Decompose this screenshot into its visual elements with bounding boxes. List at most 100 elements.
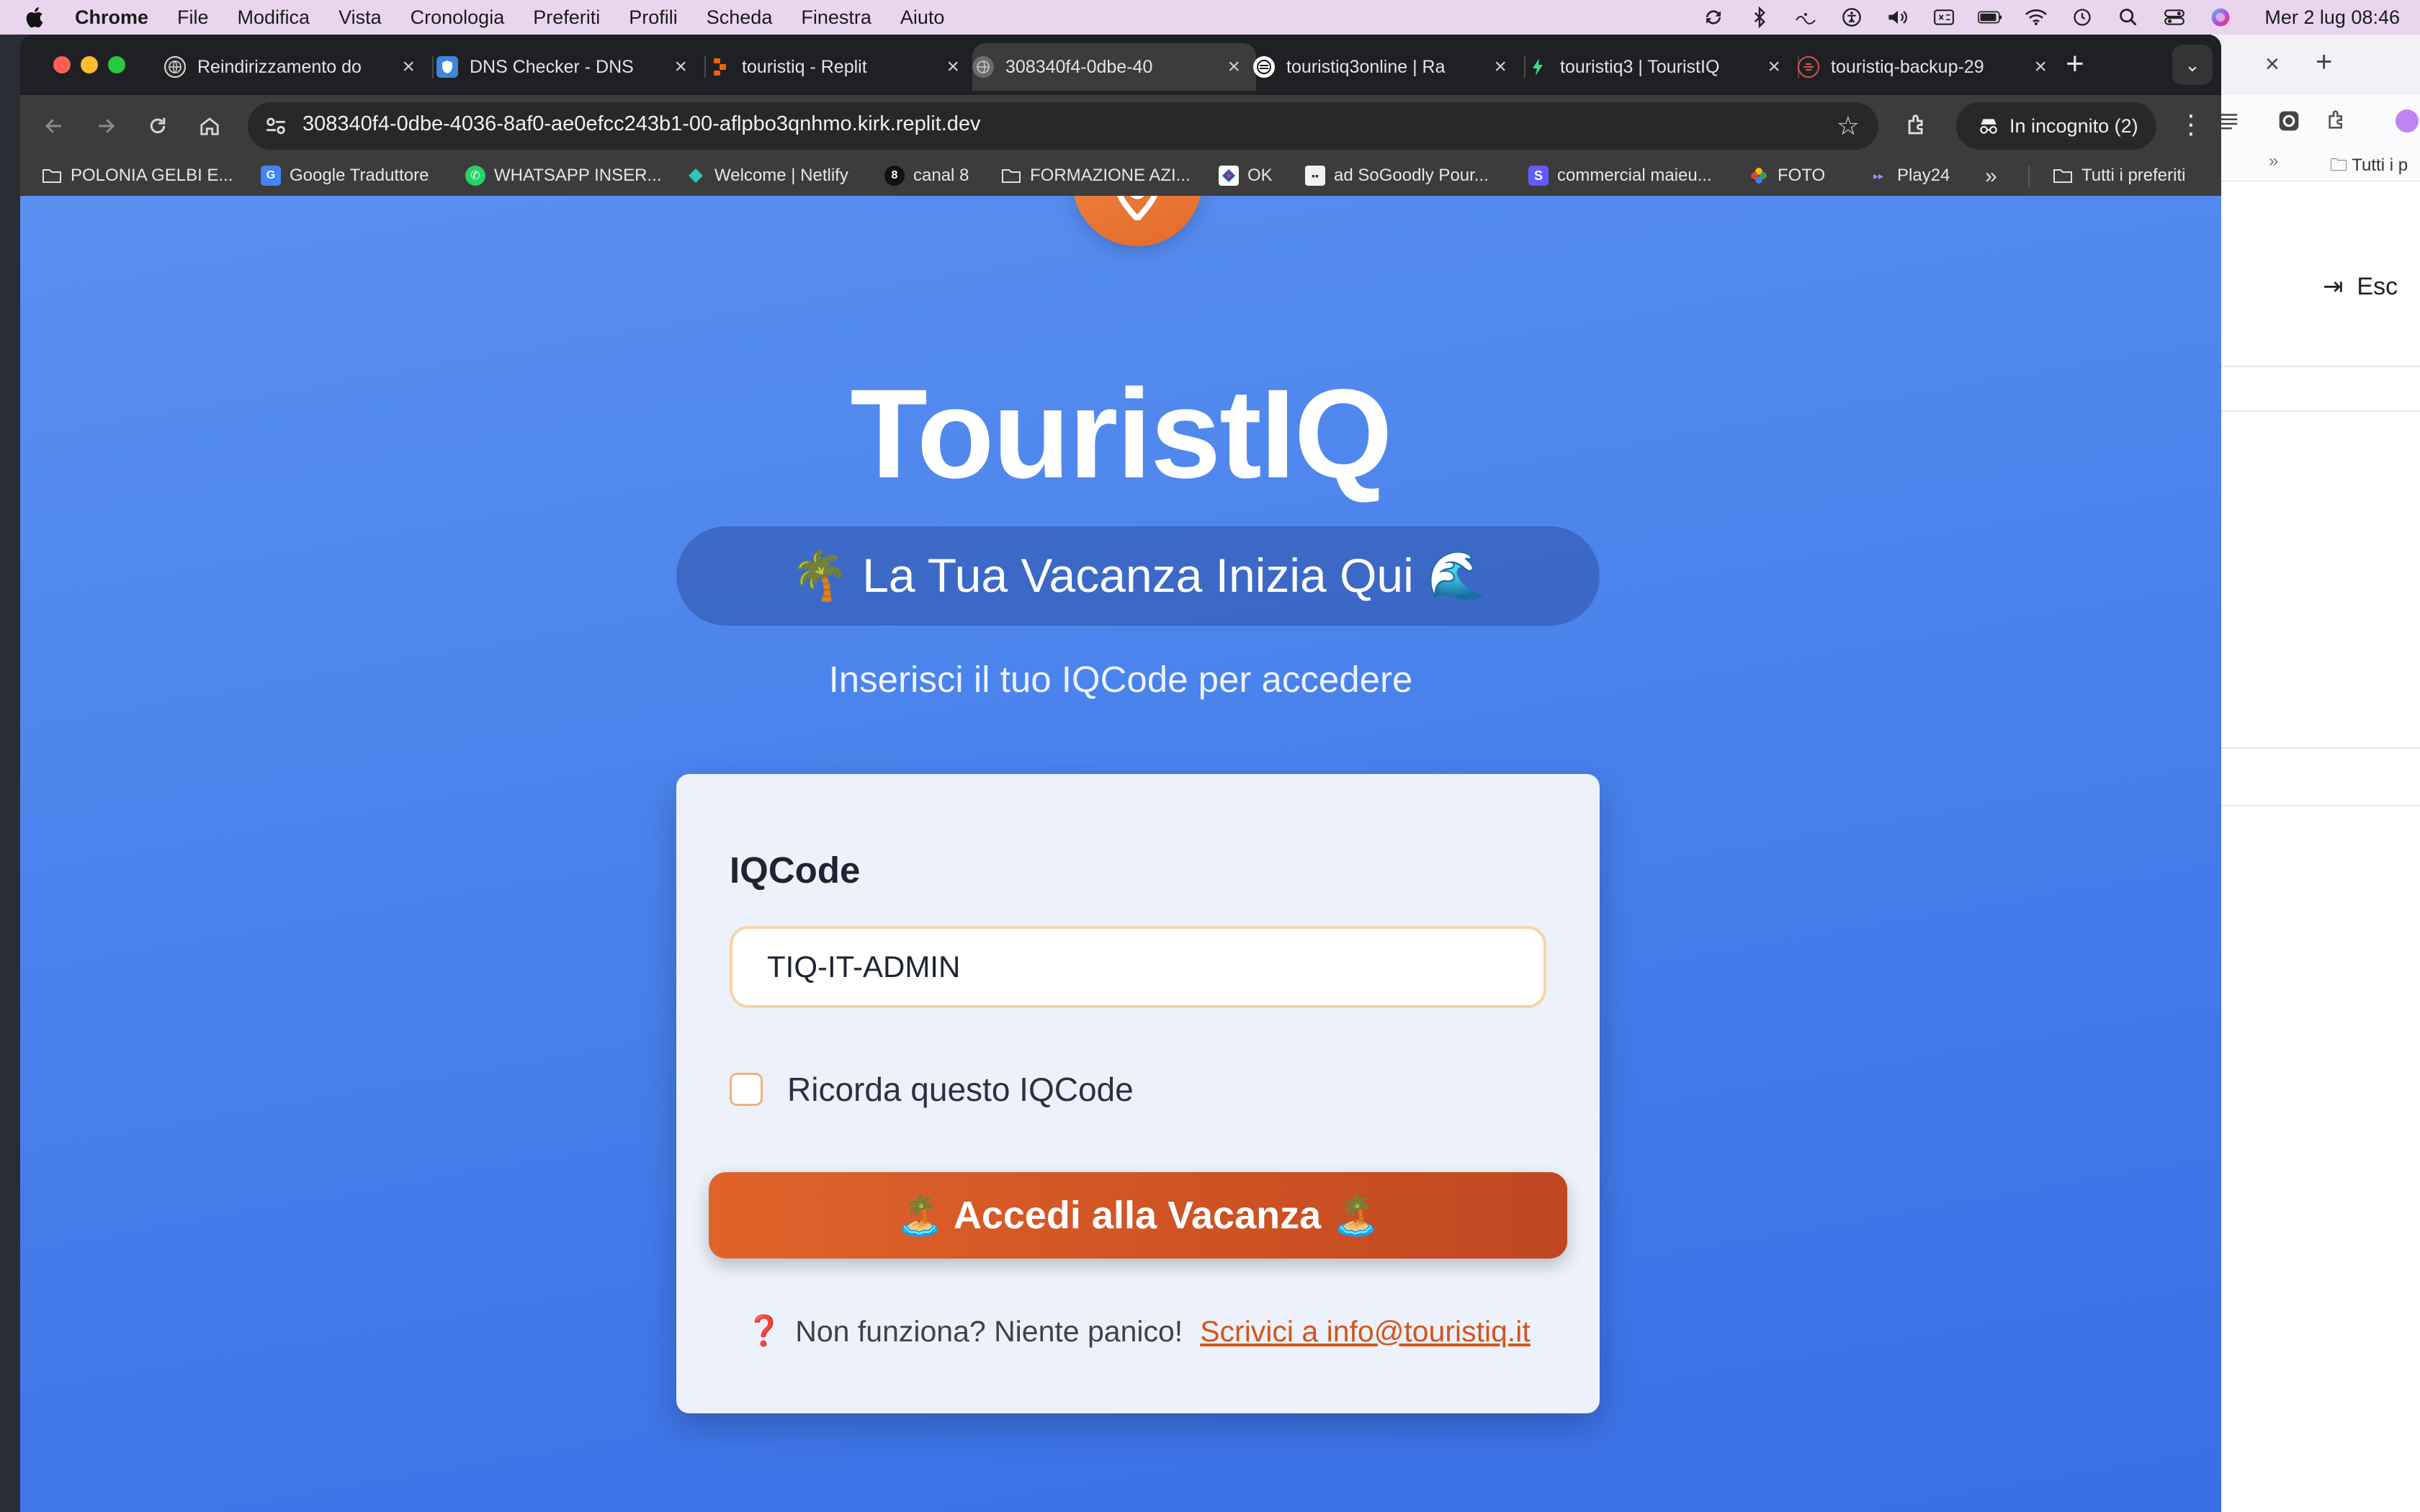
tab-separator [1524,56,1525,78]
back-button[interactable] [37,109,71,143]
time-machine-icon[interactable] [2070,6,2094,28]
tab-dns-checker[interactable]: DNS Checker - DNS × [436,43,703,91]
menu-aiuto[interactable]: Aiuto [900,6,945,29]
bookmark-formazione[interactable]: FORMAZIONE AZI... [1001,166,1191,186]
menu-chrome[interactable]: Chrome [75,6,148,29]
home-button[interactable] [193,109,226,143]
address-bar[interactable]: 308340f4-0dbe-4036-8af0-ae0efcc243b1-00-… [248,102,1878,150]
arrow-left-icon [45,119,61,133]
site-settings-icon[interactable] [264,114,288,138]
menu-finestra[interactable]: Finestra [801,6,871,29]
tab-active-replit-dev[interactable]: 308340f4-0dbe-40 × [972,43,1256,91]
tab-touristiq-backup[interactable]: touristiq-backup-29 × [1798,43,2063,91]
minimize-window-button[interactable] [81,56,98,73]
reload-button[interactable] [141,109,174,143]
iqcode-input[interactable] [730,926,1546,1008]
menu-file[interactable]: File [177,6,209,29]
home-icon [200,117,219,135]
tagline-text: 🌴 La Tua Vacanza Inizia Qui 🌊 [789,549,1487,602]
login-submit-button[interactable]: 🏝️ Accedi alla Vacanza 🏝️ [709,1172,1567,1259]
close-icon[interactable]: × [2265,50,2280,78]
more-menu-button[interactable]: ⋮ [2178,109,2204,140]
tab-search-button[interactable]: ⌄ [2172,45,2213,85]
accessibility-icon[interactable] [1839,6,1864,28]
replit-icon [709,56,730,78]
bookmark-label: FOTO [1778,166,1826,185]
close-icon[interactable]: × [2034,55,2047,79]
pinwheel-icon [1749,166,1769,186]
new-tab-button[interactable]: + [2066,46,2084,82]
close-icon[interactable]: × [1767,55,1780,79]
puzzle-icon[interactable] [2325,109,2348,132]
bluetooth-icon[interactable] [1747,6,1772,28]
tab-replit[interactable]: touristiq - Replit × [709,43,975,91]
chevron-double-right-icon[interactable]: » [2269,151,2278,171]
divider [2211,747,2420,749]
bookmark-whatsapp[interactable]: ✆ WHATSAPP INSER... [465,166,662,186]
bookmark-label: commercial maieu... [1557,166,1712,185]
bookmark-star-icon[interactable]: ☆ [1837,111,1860,141]
tab-touristiq3[interactable]: touristiq3 | TouristIQ × [1527,43,1796,91]
incognito-badge[interactable]: In incognito (2) [1956,102,2156,150]
menu-scheda[interactable]: Scheda [707,6,773,29]
control-center-icon[interactable] [2162,6,2187,28]
bookmark-ok[interactable]: OK [1219,166,1273,186]
extensions-button[interactable] [1900,109,1933,143]
background-all-bookmarks[interactable]: 🗀 Tutti i p [2330,153,2408,182]
tab-reindirizzamento[interactable]: Reindirizzamento do × [164,43,431,91]
bookmark-sogoodly[interactable]: ▪▪ ad SoGoodly Pour... [1305,166,1489,186]
bookmark-netlify[interactable]: Welcome | Netlify [686,166,848,186]
wifi-icon[interactable] [2024,6,2048,28]
apple-logo-icon[interactable] [24,5,46,30]
search-icon[interactable] [2116,6,2141,28]
close-icon[interactable]: × [402,55,415,79]
remember-label[interactable]: Ricorda questo IQCode [787,1070,1134,1109]
bookmark-play24[interactable]: ▸▸ Play24 [1868,166,1950,186]
menu-modifica[interactable]: Modifica [238,6,310,29]
bookmark-commercial[interactable]: Scommercial maieu... [1528,166,1712,186]
tab-railway[interactable]: touristiq3online | Ra × [1253,43,1523,91]
bookmarks-overflow-button[interactable]: » [1985,164,1997,189]
divider [2028,166,2030,187]
menu-vista[interactable]: Vista [339,6,382,29]
tab-title: touristiq3 | TouristIQ [1560,56,1720,77]
bookmark-google-traduttore[interactable]: G Google Traduttore [261,166,429,186]
avatar[interactable] [2396,109,2419,132]
menu-preferiti[interactable]: Preferiti [533,6,600,29]
wave-icon[interactable] [1793,6,1818,28]
menubar-clock[interactable]: Mer 2 lug 08:46 [2264,6,2400,29]
bookmark-canal8[interactable]: 8 canal 8 [884,166,969,186]
display-icon[interactable] [1932,6,1956,28]
close-icon[interactable]: × [1494,55,1507,79]
close-icon[interactable]: × [946,55,959,79]
extension-d-icon[interactable] [2277,109,2300,132]
contact-email-link[interactable]: Scrivici a info@touristiq.it [1200,1315,1531,1349]
siri-icon[interactable] [2208,6,2233,28]
menu-cronologia[interactable]: Cronologia [411,6,505,29]
railway-icon [1253,56,1275,78]
bookmark-foto[interactable]: FOTO [1749,166,1825,186]
location-pin-icon [1117,196,1157,220]
url-text[interactable]: 308340f4-0dbe-4036-8af0-ae0efcc243b1-00-… [302,112,981,136]
close-icon[interactable]: × [674,55,687,79]
plus-icon[interactable]: + [2316,46,2332,78]
tab-bar: Reindirizzamento do × DNS Checker - DNS … [20,35,2221,95]
all-bookmarks[interactable]: Tutti i preferiti [2053,166,2185,186]
volume-icon[interactable] [1886,6,1910,28]
close-window-button[interactable] [53,56,71,73]
page-viewport: TouristIQ 🌴 La Tua Vacanza Inizia Qui 🌊 … [20,196,2221,1512]
puzzle-icon [1908,114,1923,135]
maximize-window-button[interactable] [108,56,125,73]
tab-title: DNS Checker - DNS [470,56,634,77]
bookmark-polonia[interactable]: POLONIA GELBI E... [42,166,233,186]
bolt-icon [1527,56,1549,78]
folder-icon: 🗀 [2330,156,2347,175]
forward-button[interactable] [89,109,122,143]
battery-icon[interactable] [1978,6,2002,28]
remember-row[interactable]: Ricorda questo IQCode [730,1070,1134,1109]
menu-profili[interactable]: Profili [629,6,678,29]
remember-checkbox[interactable] [730,1073,763,1106]
background-logout-button[interactable]: ⇥ Esc [2323,272,2398,301]
sync-icon[interactable] [1701,6,1726,28]
close-icon[interactable]: × [1227,55,1240,79]
